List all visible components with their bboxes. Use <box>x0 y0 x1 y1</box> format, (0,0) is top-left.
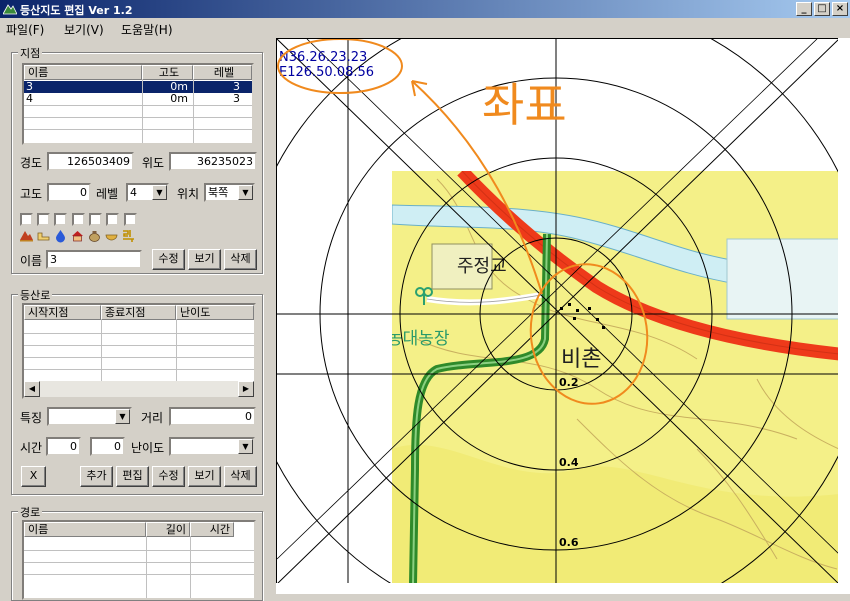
shelter-icon[interactable] <box>70 228 85 243</box>
close-button[interactable]: × <box>832 2 848 16</box>
chevron-down-icon[interactable]: ▼ <box>152 185 167 200</box>
chevron-down-icon[interactable]: ▼ <box>238 185 253 200</box>
drop-icon[interactable] <box>53 228 68 243</box>
place-village-label: 비촌 <box>561 347 601 372</box>
points-col-altitude[interactable]: 고도 <box>142 65 193 80</box>
time-hours-field[interactable]: 0 <box>46 437 81 456</box>
trail-clear-button[interactable]: X <box>21 466 46 487</box>
menu-bar: 파일(F) 보기(V) 도움말(H) <box>0 19 276 38</box>
points-col-level[interactable]: 레벨 <box>193 65 252 80</box>
altitude-label: 고도 <box>20 187 43 201</box>
route-group-label: 경로 <box>18 504 43 520</box>
chevron-down-icon[interactable]: ▼ <box>115 409 130 424</box>
scroll-left-icon[interactable]: ◀ <box>24 381 40 397</box>
position-select[interactable]: 북쪽 ▼ <box>204 183 255 202</box>
temple-icon[interactable] <box>121 228 136 243</box>
point-name-field[interactable]: 3 <box>46 250 142 269</box>
type-checkbox-2[interactable] <box>37 213 50 226</box>
peak-icon[interactable] <box>19 228 34 243</box>
trail-add-button[interactable]: 추가 <box>80 466 113 487</box>
route-group: 경로 이름 길이 시간 <box>11 504 263 601</box>
route-col-length[interactable]: 길이 <box>146 522 190 537</box>
longitude-label: 경도 <box>20 156 43 170</box>
title-bar: 등산지도 편집 Ver 1.2 _ □ × <box>0 0 850 18</box>
trail-delete-button[interactable]: 삭제 <box>224 466 257 487</box>
mountain-app-icon <box>3 4 17 15</box>
bowl-icon[interactable] <box>104 228 119 243</box>
menu-file[interactable]: 파일(F) <box>6 21 44 38</box>
point-edit-button[interactable]: 수정 <box>152 249 185 270</box>
trail-col-difficulty[interactable]: 난이도 <box>176 305 254 320</box>
annotation-coords-text: 좌표 <box>482 78 567 132</box>
feature-label: 특징 <box>20 411 43 425</box>
menu-view[interactable]: 보기(V) <box>64 21 104 38</box>
points-list[interactable]: 이름 고도 레벨 3 0m 3 4 0m 3 <box>22 63 254 145</box>
trail-col-start[interactable]: 시작지점 <box>24 305 101 320</box>
point-name-label: 이름 <box>20 254 43 268</box>
points-group-label: 지점 <box>18 45 43 61</box>
points-group: 지점 이름 고도 레벨 3 0m 3 4 0m 3 경도 126503409 위… <box>11 45 263 274</box>
table-row[interactable]: 4 0m 3 <box>24 93 252 105</box>
trail-edit-button[interactable]: 수정 <box>152 466 185 487</box>
bag-icon[interactable] <box>87 228 102 243</box>
trail-editing-button[interactable]: 편집 <box>116 466 149 487</box>
maximize-button[interactable]: □ <box>814 2 830 16</box>
place-bridge-label: 주정교 <box>457 256 507 277</box>
trail-list-scrollbar[interactable]: ◀ ▶ <box>24 381 254 397</box>
latitude-label: 위도 <box>142 156 165 170</box>
time-label: 시간 <box>20 441 43 455</box>
route-col-time[interactable]: 시간 <box>190 522 234 537</box>
water-icon[interactable] <box>36 228 51 243</box>
type-checkbox-5[interactable] <box>89 213 102 226</box>
map-canvas[interactable]: 주정교 농대농장 비촌 0.2 0.4 0.6 N36.26.23.23 E12… <box>276 38 838 583</box>
trail-list[interactable]: 시작지점 종료지점 난이도 ◀ ▶ <box>22 303 256 399</box>
trail-group-label: 등산로 <box>18 287 53 303</box>
type-checkbox-7[interactable] <box>124 213 137 226</box>
map-svg[interactable]: 주정교 농대농장 비촌 0.2 0.4 0.6 N36.26.23.23 E12… <box>277 39 838 583</box>
altitude-field[interactable]: 0 <box>47 183 91 202</box>
menu-help[interactable]: 도움말(H) <box>121 21 173 38</box>
ring-label-0-2: 0.2 <box>559 376 579 389</box>
points-col-name[interactable]: 이름 <box>24 65 142 80</box>
place-farm-label: 농대농장 <box>387 329 450 349</box>
chevron-down-icon[interactable]: ▼ <box>238 439 253 454</box>
level-select[interactable]: 4 ▼ <box>126 183 169 202</box>
point-view-button[interactable]: 보기 <box>188 249 221 270</box>
window-title: 등산지도 편집 Ver 1.2 <box>20 4 133 17</box>
trail-group: 등산로 시작지점 종료지점 난이도 ◀ ▶ 특징 ▼ 거리 0 시간 0 0 난… <box>11 287 263 495</box>
difficulty-select[interactable]: ▼ <box>169 437 255 456</box>
feature-select[interactable]: ▼ <box>47 407 132 426</box>
time-minutes-field[interactable]: 0 <box>90 437 125 456</box>
distance-label: 거리 <box>141 411 164 425</box>
topo-map-image: 주정교 농대농장 비촌 <box>387 171 838 583</box>
level-label: 레벨 <box>96 187 119 201</box>
coord-east-readout: E126.50.08.56 <box>279 65 374 80</box>
difficulty-label: 난이도 <box>131 441 165 455</box>
route-list[interactable]: 이름 길이 시간 <box>22 520 256 600</box>
coord-north-readout: N36.26.23.23 <box>279 50 367 65</box>
ring-label-0-4: 0.4 <box>559 456 579 469</box>
ring-label-0-6: 0.6 <box>559 536 579 549</box>
distance-field[interactable]: 0 <box>169 407 256 426</box>
type-checkbox-3[interactable] <box>54 213 67 226</box>
position-label: 위치 <box>177 187 200 201</box>
type-checkbox-4[interactable] <box>72 213 85 226</box>
table-row[interactable]: 3 0m 3 <box>24 81 252 93</box>
scroll-right-icon[interactable]: ▶ <box>238 381 254 397</box>
longitude-field[interactable]: 126503409 <box>47 152 134 171</box>
type-checkbox-6[interactable] <box>106 213 119 226</box>
latitude-field[interactable]: 36235023 <box>169 152 257 171</box>
route-col-name[interactable]: 이름 <box>24 522 146 537</box>
trail-col-end[interactable]: 종료지점 <box>101 305 176 320</box>
type-checkbox-1[interactable] <box>20 213 33 226</box>
point-delete-button[interactable]: 삭제 <box>224 249 257 270</box>
trail-view-button[interactable]: 보기 <box>188 466 221 487</box>
minimize-button[interactable]: _ <box>796 2 812 16</box>
